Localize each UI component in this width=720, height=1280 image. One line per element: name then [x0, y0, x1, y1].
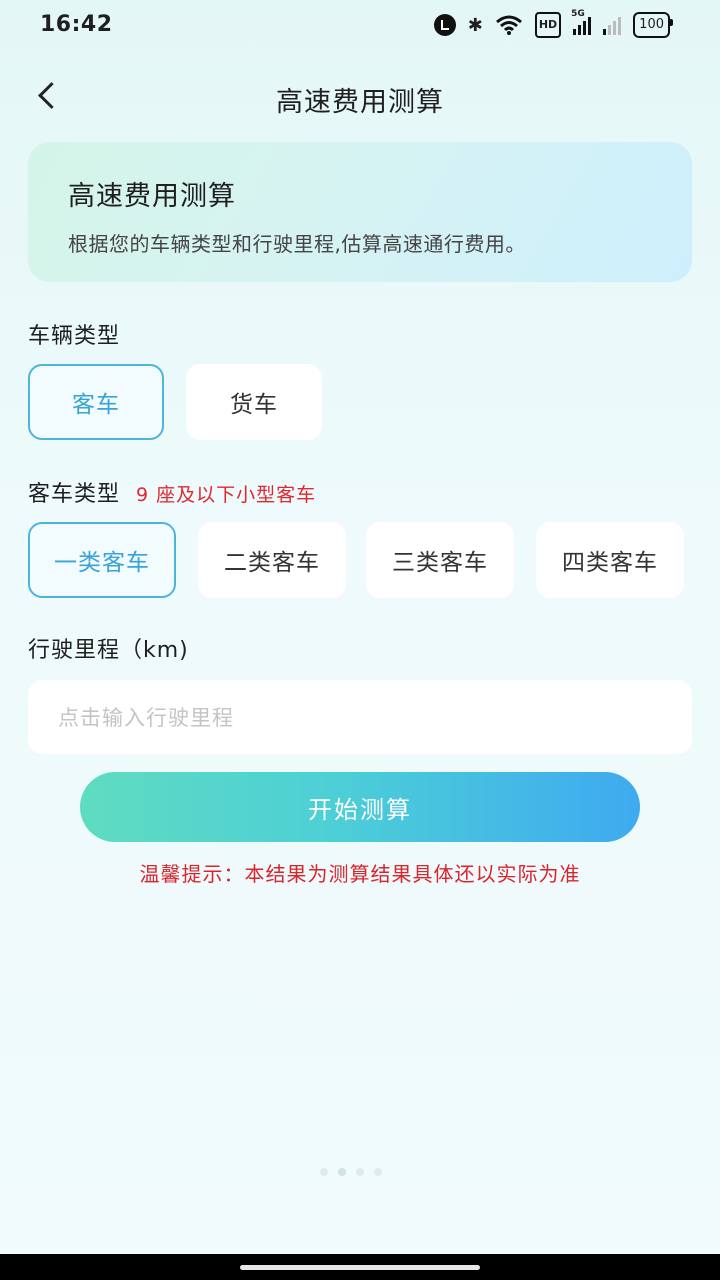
page-title: 高速费用测算	[276, 87, 444, 118]
bus-option-class-1[interactable]: 一类客车	[28, 522, 176, 598]
disclaimer-tip: 温馨提示：本结果为测算结果具体还以实际为准	[139, 862, 581, 886]
signal-5g-icon: 5G	[571, 9, 592, 35]
start-calculation-button[interactable]: 开始测算	[80, 772, 640, 842]
bluetooth-icon: ✱	[467, 14, 483, 36]
mileage-input[interactable]	[56, 680, 660, 756]
mileage-field	[28, 680, 692, 756]
status-bar: 16:42 ✱ HD 5G 100	[0, 0, 720, 52]
home-indicator[interactable]	[240, 1265, 480, 1270]
intro-card: 高速费用测算 根据您的车辆类型和行驶里程,估算高速通行费用。	[28, 142, 692, 282]
bus-type-label: 客车类型	[28, 482, 121, 507]
battery-icon: 100	[633, 12, 673, 38]
status-icons: ✱ HD 5G 100	[433, 9, 673, 38]
intro-description: 根据您的车辆类型和行驶里程,估算高速通行费用。	[68, 232, 526, 256]
page-indicator	[320, 1168, 382, 1176]
signal-icon	[603, 15, 622, 35]
intro-title: 高速费用测算	[68, 181, 236, 212]
vehicle-option-truck[interactable]: 货车	[186, 364, 322, 440]
bus-type-hint: 9 座及以下小型客车	[136, 484, 317, 506]
clock: 16:42	[40, 12, 113, 37]
system-navigation-bar	[0, 1254, 720, 1280]
vehicle-type-label: 车辆类型	[28, 324, 121, 349]
alarm-icon	[433, 14, 456, 36]
wifi-icon	[495, 15, 522, 35]
nav-bar: 高速费用测算	[0, 60, 720, 132]
vehicle-option-bus[interactable]: 客车	[28, 364, 164, 440]
bus-type-heading: 客车类型 9 座及以下小型客车	[28, 476, 316, 508]
mileage-label: 行驶里程（km)	[28, 638, 189, 663]
bus-option-class-2[interactable]: 二类客车	[198, 522, 346, 598]
bus-option-class-4[interactable]: 四类客车	[536, 522, 684, 598]
hd-icon: HD	[534, 12, 562, 38]
bus-option-class-3[interactable]: 三类客车	[366, 522, 514, 598]
